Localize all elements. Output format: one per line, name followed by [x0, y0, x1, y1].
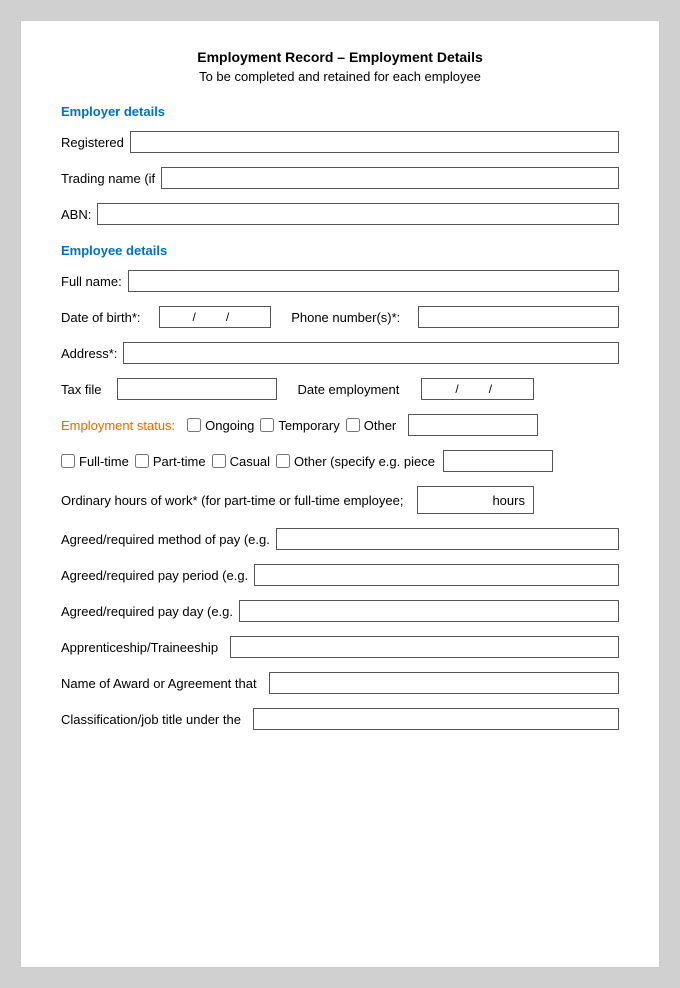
form-page: Employment Record – Employment Details T…	[20, 20, 660, 968]
ongoing-checkbox[interactable]	[187, 418, 201, 432]
pay-period-input[interactable]	[254, 564, 619, 586]
award-label: Name of Award or Agreement that	[61, 676, 257, 691]
dob-label: Date of birth*:	[61, 310, 141, 325]
address-label: Address*:	[61, 346, 117, 361]
classification-input[interactable]	[253, 708, 619, 730]
abn-input[interactable]	[97, 203, 619, 225]
tax-file-label: Tax file	[61, 382, 101, 397]
parttime-label: Part-time	[153, 454, 206, 469]
classification-label: Classification/job title under the	[61, 712, 241, 727]
trading-name-input[interactable]	[161, 167, 619, 189]
other-specify-input[interactable]	[443, 450, 553, 472]
ongoing-checkbox-item: Ongoing	[187, 418, 254, 433]
apprenticeship-row: Apprenticeship/Traineeship	[61, 636, 619, 658]
pay-period-label: Agreed/required pay period (e.g.	[61, 568, 248, 583]
page-subtitle: To be completed and retained for each em…	[61, 69, 619, 84]
pay-method-row: Agreed/required method of pay (e.g.	[61, 528, 619, 550]
classification-row: Classification/job title under the	[61, 708, 619, 730]
emp-date-day-input[interactable]	[426, 382, 454, 396]
pay-method-label: Agreed/required method of pay (e.g.	[61, 532, 270, 547]
abn-label: ABN:	[61, 207, 91, 222]
page-title: Employment Record – Employment Details	[61, 49, 619, 65]
employment-status-row: Employment status: Ongoing Temporary Oth…	[61, 414, 619, 436]
dob-year-input[interactable]	[230, 310, 266, 324]
temporary-checkbox-item: Temporary	[260, 418, 339, 433]
casual-label: Casual	[230, 454, 270, 469]
dob-month-input[interactable]	[197, 310, 225, 324]
fulltime-checkbox-item: Full-time	[61, 454, 129, 469]
trading-label: Trading name (if	[61, 171, 155, 186]
tax-date-row: Tax file Date employment / /	[61, 378, 619, 400]
award-input[interactable]	[269, 672, 619, 694]
other-specify-checkbox[interactable]	[276, 454, 290, 468]
emp-date-month-input[interactable]	[460, 382, 488, 396]
fullname-label: Full name:	[61, 274, 122, 289]
date-employment-label: Date employment	[297, 382, 399, 397]
parttime-checkbox[interactable]	[135, 454, 149, 468]
hours-input[interactable]	[426, 493, 486, 507]
dob-day-input[interactable]	[164, 310, 192, 324]
employer-section-heading: Employer details	[61, 104, 619, 119]
temporary-checkbox[interactable]	[260, 418, 274, 432]
temporary-label: Temporary	[278, 418, 339, 433]
hours-label: hours	[492, 493, 525, 508]
pay-day-label: Agreed/required pay day (e.g.	[61, 604, 233, 619]
hours-box[interactable]: hours	[417, 486, 534, 514]
employment-date-field[interactable]: / /	[421, 378, 534, 400]
phone-label: Phone number(s)*:	[291, 310, 400, 325]
other-status-checkbox-item: Other	[346, 418, 397, 433]
emp-status-label: Employment status:	[61, 418, 175, 433]
registered-label: Registered	[61, 135, 124, 150]
apprenticeship-label: Apprenticeship/Traineeship	[61, 640, 218, 655]
fullname-row: Full name:	[61, 270, 619, 292]
dob-date-field[interactable]: / /	[159, 306, 272, 328]
pay-method-input[interactable]	[276, 528, 619, 550]
award-row: Name of Award or Agreement that	[61, 672, 619, 694]
pay-period-row: Agreed/required pay period (e.g.	[61, 564, 619, 586]
other-specify-checkbox-item: Other (specify e.g. piece	[276, 454, 435, 469]
dob-phone-row: Date of birth*: / / Phone number(s)*:	[61, 306, 619, 328]
other-status-checkbox[interactable]	[346, 418, 360, 432]
other-status-label: Other	[364, 418, 397, 433]
pay-day-input[interactable]	[239, 600, 619, 622]
address-row: Address*:	[61, 342, 619, 364]
trading-name-row: Trading name (if	[61, 167, 619, 189]
ongoing-label: Ongoing	[205, 418, 254, 433]
apprenticeship-input[interactable]	[230, 636, 619, 658]
address-input[interactable]	[123, 342, 619, 364]
ordinary-hours-label: Ordinary hours of work* (for part-time o…	[61, 493, 403, 508]
emp-date-year-input[interactable]	[493, 382, 529, 396]
phone-input[interactable]	[418, 306, 619, 328]
other-status-input[interactable]	[408, 414, 538, 436]
pay-day-row: Agreed/required pay day (e.g.	[61, 600, 619, 622]
other-specify-label: Other (specify e.g. piece	[294, 454, 435, 469]
fulltime-label: Full-time	[79, 454, 129, 469]
registered-input[interactable]	[130, 131, 619, 153]
abn-row: ABN:	[61, 203, 619, 225]
ordinary-hours-row: Ordinary hours of work* (for part-time o…	[61, 486, 619, 514]
employee-section-heading: Employee details	[61, 243, 619, 258]
fullname-input[interactable]	[128, 270, 619, 292]
casual-checkbox[interactable]	[212, 454, 226, 468]
worktype-row: Full-time Part-time Casual Other (specif…	[61, 450, 619, 472]
registered-row: Registered	[61, 131, 619, 153]
tax-file-input[interactable]	[117, 378, 277, 400]
parttime-checkbox-item: Part-time	[135, 454, 206, 469]
fulltime-checkbox[interactable]	[61, 454, 75, 468]
casual-checkbox-item: Casual	[212, 454, 270, 469]
